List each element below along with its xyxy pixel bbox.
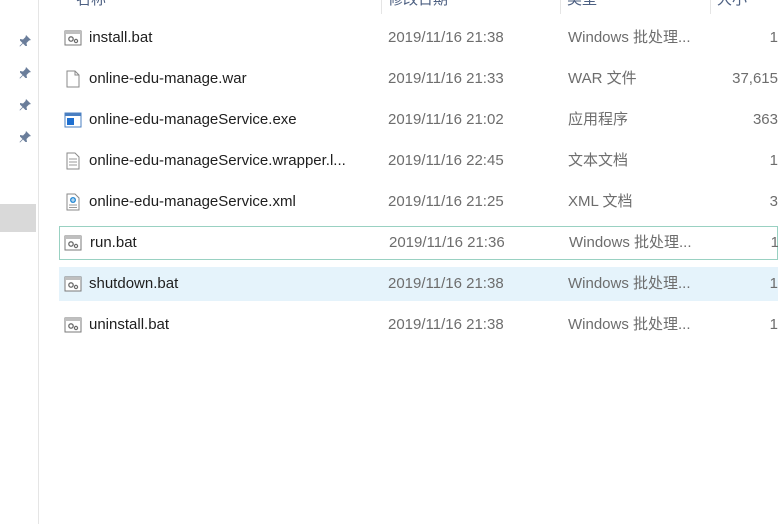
pin-icon[interactable] bbox=[18, 98, 32, 112]
nav-selected-item[interactable] bbox=[0, 204, 36, 232]
file-size: 37,615 bbox=[732, 70, 778, 87]
text-file-icon bbox=[64, 152, 82, 170]
file-row[interactable]: uninstall.bat 2019/11/16 21:38 Windows 批… bbox=[59, 308, 778, 342]
batch-file-icon bbox=[64, 275, 82, 293]
file-type: 应用程序 bbox=[568, 111, 629, 128]
file-row[interactable]: online-edu-manageService.wrapper.l... 20… bbox=[59, 144, 778, 178]
file-type: Windows 批处理... bbox=[569, 234, 692, 251]
column-name-header[interactable]: 名称 bbox=[76, 0, 106, 9]
file-name: online-edu-manageService.xml bbox=[89, 193, 296, 210]
pin-icon[interactable] bbox=[18, 130, 32, 144]
file-size: 3 bbox=[769, 193, 778, 210]
file-date: 2019/11/16 22:45 bbox=[388, 152, 504, 169]
column-date-header[interactable]: 修改日期 bbox=[388, 0, 448, 9]
file-name: online-edu-manageService.wrapper.l... bbox=[89, 152, 346, 169]
file-date: 2019/11/16 21:36 bbox=[389, 234, 505, 251]
file-row[interactable]: run.bat 2019/11/16 21:36 Windows 批处理... … bbox=[59, 226, 778, 260]
file-type: XML 文档 bbox=[568, 193, 633, 210]
file-date: 2019/11/16 21:38 bbox=[388, 275, 504, 292]
file-name: run.bat bbox=[90, 234, 137, 251]
file-name: shutdown.bat bbox=[89, 275, 179, 292]
column-separator[interactable] bbox=[560, 0, 561, 14]
file-name: online-edu-manageService.exe bbox=[89, 111, 297, 128]
file-size: 1 bbox=[769, 152, 778, 169]
file-date: 2019/11/16 21:02 bbox=[388, 111, 504, 128]
file-size: 1 bbox=[769, 316, 778, 333]
xml-file-icon bbox=[64, 193, 82, 211]
file-row[interactable]: online-edu-manage.war 2019/11/16 21:33 W… bbox=[59, 62, 778, 96]
pin-icon[interactable] bbox=[18, 34, 32, 48]
file-date: 2019/11/16 21:38 bbox=[388, 29, 504, 46]
file-type: WAR 文件 bbox=[568, 70, 637, 87]
file-name: install.bat bbox=[89, 29, 153, 46]
batch-file-icon bbox=[64, 29, 82, 47]
file-type: Windows 批处理... bbox=[568, 275, 691, 292]
file-size: 363 bbox=[752, 111, 778, 128]
column-separator[interactable] bbox=[381, 0, 382, 14]
file-type: Windows 批处理... bbox=[568, 316, 691, 333]
file-size: 1 bbox=[769, 275, 778, 292]
file-row-selected[interactable]: shutdown.bat 2019/11/16 21:38 Windows 批处… bbox=[59, 267, 778, 301]
file-name: online-edu-manage.war bbox=[89, 70, 247, 87]
pin-icon[interactable] bbox=[18, 66, 32, 80]
file-row[interactable]: install.bat 2019/11/16 21:38 Windows 批处理… bbox=[59, 21, 778, 55]
batch-file-icon bbox=[64, 234, 82, 252]
file-date: 2019/11/16 21:33 bbox=[388, 70, 504, 87]
column-separator[interactable] bbox=[710, 0, 711, 14]
file-size: 1 bbox=[770, 234, 778, 251]
file-date: 2019/11/16 21:25 bbox=[388, 193, 504, 210]
application-icon bbox=[64, 111, 82, 129]
file-row[interactable]: online-edu-manageService.exe 2019/11/16 … bbox=[59, 103, 778, 137]
file-name: uninstall.bat bbox=[89, 316, 170, 333]
file-type: 文本文档 bbox=[568, 152, 629, 169]
file-type: Windows 批处理... bbox=[568, 29, 691, 46]
batch-file-icon bbox=[64, 316, 82, 334]
column-size-header[interactable]: 大小 bbox=[717, 0, 747, 9]
file-size: 1 bbox=[769, 29, 778, 46]
file-row[interactable]: online-edu-manageService.xml 2019/11/16 … bbox=[59, 185, 778, 219]
navigation-pane bbox=[0, 0, 39, 524]
column-header: 名称 修改日期 类型 大小 bbox=[38, 0, 778, 14]
column-type-header[interactable]: 类型 bbox=[567, 0, 597, 9]
generic-file-icon bbox=[64, 70, 82, 88]
file-date: 2019/11/16 21:38 bbox=[388, 316, 504, 333]
